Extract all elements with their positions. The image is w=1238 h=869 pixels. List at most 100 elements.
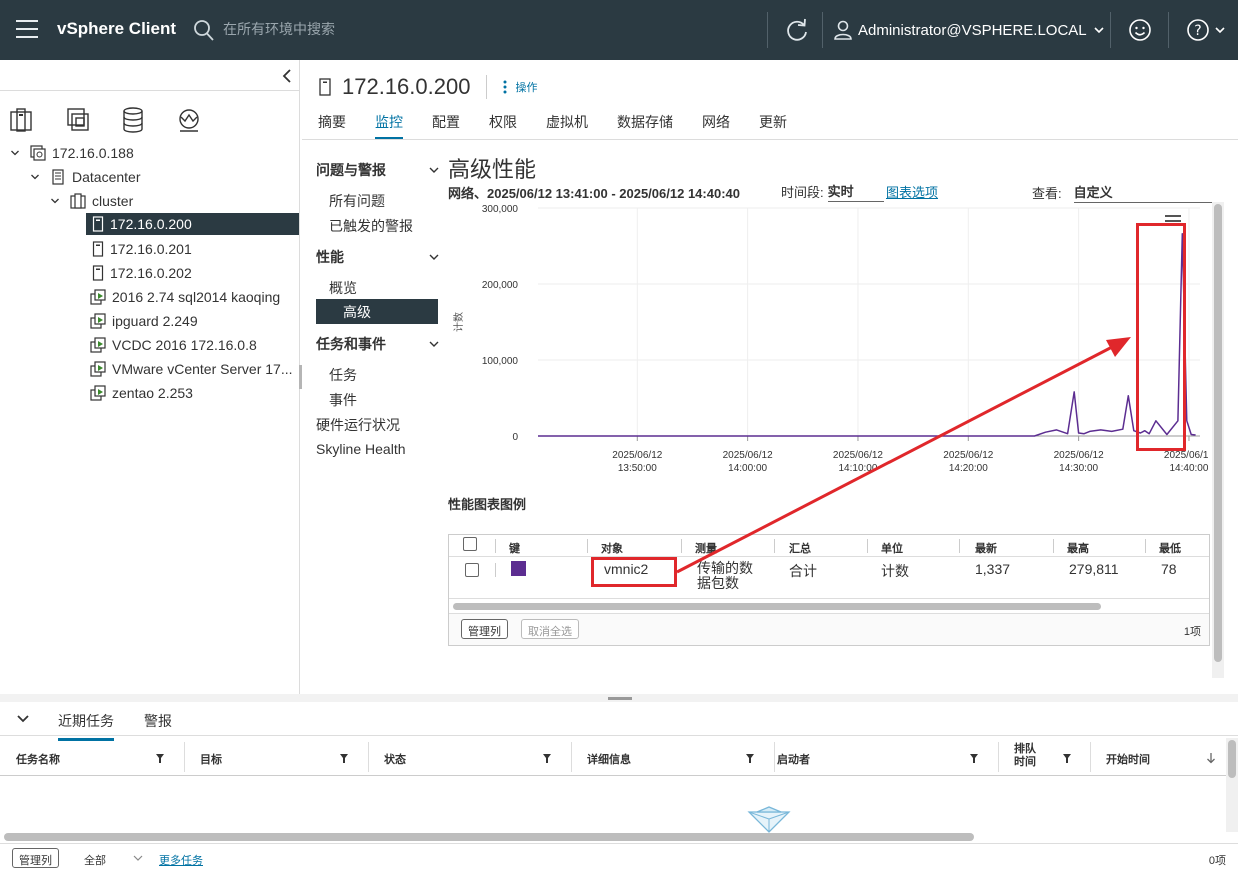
menu-triggered-alarms[interactable]: 已触发的警报 xyxy=(329,216,413,236)
filter-icon[interactable] xyxy=(746,754,754,763)
legend-row[interactable]: vmnic2 传输的数 据包数 合计 计数 1,337 279,811 78 xyxy=(449,557,1209,599)
menu-advanced[interactable]: 高级 xyxy=(316,299,438,324)
feedback-smiley-icon[interactable] xyxy=(1128,18,1152,42)
menu-skyline-health[interactable]: Skyline Health xyxy=(316,441,406,457)
menu-events[interactable]: 事件 xyxy=(329,390,357,410)
tab-recent-tasks[interactable]: 近期任务 xyxy=(58,711,114,741)
col-min[interactable]: 最低 xyxy=(1159,540,1181,556)
chevron-down-icon[interactable] xyxy=(50,196,60,206)
menu-overview[interactable]: 概览 xyxy=(329,278,357,298)
panel-vertical-scrollbar[interactable] xyxy=(1212,202,1224,678)
x-tick-date: 2025/06/12 xyxy=(1164,450,1208,461)
menu-tasks[interactable]: 任务 xyxy=(329,365,357,385)
col-key[interactable]: 键 xyxy=(509,540,520,556)
manage-columns-button[interactable]: 管理列 xyxy=(12,848,59,868)
storage-icon[interactable] xyxy=(120,106,146,134)
menu-all-issues[interactable]: 所有问题 xyxy=(329,191,385,211)
tree-item-host[interactable]: 172.16.0.202 xyxy=(92,262,192,284)
tree-item-cluster[interactable]: cluster xyxy=(50,190,133,212)
global-search-input[interactable] xyxy=(223,20,423,40)
col-initiator[interactable]: 启动者 xyxy=(777,751,810,767)
col-queued-time[interactable]: 排队时间 xyxy=(1014,743,1046,769)
col-measure[interactable]: 测量 xyxy=(695,540,717,556)
panel-title: 高级性能 xyxy=(448,157,537,182)
networking-icon[interactable] xyxy=(176,106,202,134)
col-status[interactable]: 状态 xyxy=(384,751,406,767)
group-tasks-events[interactable]: 任务和事件 xyxy=(316,334,440,354)
filter-icon[interactable] xyxy=(1063,754,1071,763)
sort-descending-icon[interactable] xyxy=(1206,752,1216,764)
series-line xyxy=(538,233,1196,437)
tab-configure[interactable]: 配置 xyxy=(432,112,460,140)
col-object[interactable]: 对象 xyxy=(601,540,623,556)
bottom-panel-resizer[interactable] xyxy=(0,694,1238,702)
refresh-icon[interactable] xyxy=(784,17,810,43)
filter-icon[interactable] xyxy=(340,754,348,763)
deselect-all-button[interactable]: 取消全选 xyxy=(521,619,579,639)
legend-horizontal-scrollbar[interactable] xyxy=(451,601,1207,611)
tab-networks[interactable]: 网络 xyxy=(702,112,730,140)
tree-item-host-selected[interactable]: 172.16.0.200 xyxy=(86,213,299,235)
tree-item-host[interactable]: 172.16.0.201 xyxy=(92,238,192,260)
x-tick-date: 2025/06/12 xyxy=(943,450,993,461)
menu-hardware-health[interactable]: 硬件运行状况 xyxy=(316,415,400,435)
tab-alarms[interactable]: 警报 xyxy=(144,711,172,737)
vms-templates-icon[interactable] xyxy=(65,106,91,134)
hosts-clusters-icon[interactable] xyxy=(8,106,34,134)
collapse-panel-icon[interactable] xyxy=(280,66,294,86)
tasks-vertical-scrollbar[interactable] xyxy=(1226,738,1238,832)
tab-monitor[interactable]: 监控 xyxy=(375,112,403,140)
vm-powered-on-icon xyxy=(90,385,106,401)
tree-item-vm[interactable]: VCDC 2016 172.16.0.8 xyxy=(90,334,257,356)
search-icon[interactable] xyxy=(193,18,215,42)
x-tick-time: 14:00:00 xyxy=(728,463,767,474)
chevron-down-icon[interactable] xyxy=(30,172,40,182)
chevron-down-icon xyxy=(429,341,439,347)
tree-item-vm[interactable]: ipguard 2.249 xyxy=(90,310,198,332)
actions-menu[interactable]: 操作 xyxy=(503,79,537,95)
col-start-time[interactable]: 开始时间 xyxy=(1106,751,1150,767)
filter-icon[interactable] xyxy=(970,754,978,763)
group-performance[interactable]: 性能 xyxy=(316,247,440,267)
chevron-down-icon[interactable] xyxy=(16,712,30,726)
user-menu[interactable]: Administrator@VSPHERE.LOCAL xyxy=(834,18,1105,42)
max-value: 279,811 xyxy=(1069,561,1119,577)
group-issues-alarms[interactable]: 问题与警报 xyxy=(316,160,440,180)
chevron-down-icon xyxy=(1094,27,1104,34)
select-all-checkbox[interactable] xyxy=(463,537,477,551)
tab-permissions[interactable]: 权限 xyxy=(489,112,517,140)
chart-menu-icon[interactable] xyxy=(1165,215,1181,222)
chevron-down-icon[interactable] xyxy=(133,854,143,862)
brand-title[interactable]: vSphere Client xyxy=(57,19,176,39)
tab-datastores[interactable]: 数据存储 xyxy=(617,112,673,140)
filter-icon[interactable] xyxy=(156,754,164,763)
task-filter-select[interactable]: 全部 xyxy=(84,852,106,868)
manage-columns-button[interactable]: 管理列 xyxy=(461,619,508,639)
menu-icon[interactable] xyxy=(16,20,38,40)
more-tasks-link[interactable]: 更多任务 xyxy=(159,852,203,868)
col-details[interactable]: 详细信息 xyxy=(587,751,631,767)
col-rollup[interactable]: 汇总 xyxy=(789,540,811,556)
col-unit[interactable]: 单位 xyxy=(881,540,903,556)
time-period-select[interactable]: 实时 xyxy=(827,181,884,202)
datacenter-icon xyxy=(52,169,64,185)
col-task-name[interactable]: 任务名称 xyxy=(16,751,60,767)
row-checkbox[interactable] xyxy=(465,563,479,577)
tree-item-vm[interactable]: 2016 2.74 sql2014 kaoqing xyxy=(90,286,280,308)
tree-item-vm[interactable]: zentao 2.253 xyxy=(90,382,193,404)
col-target[interactable]: 目标 xyxy=(200,751,222,767)
tab-updates[interactable]: 更新 xyxy=(759,112,787,140)
chart-options-link[interactable]: 图表选项 xyxy=(886,182,938,201)
tree-item-vm[interactable]: VMware vCenter Server 17... xyxy=(90,358,293,380)
tree-item-datacenter[interactable]: Datacenter xyxy=(30,166,140,188)
tree-item-vcenter[interactable]: 172.16.0.188 xyxy=(10,142,134,164)
host-icon xyxy=(92,216,104,232)
tab-vms[interactable]: 虚拟机 xyxy=(546,112,588,140)
filter-icon[interactable] xyxy=(543,754,551,763)
tasks-horizontal-scrollbar[interactable] xyxy=(2,832,1224,842)
col-latest[interactable]: 最新 xyxy=(975,540,997,556)
tab-summary[interactable]: 摘要 xyxy=(318,112,346,140)
col-max[interactable]: 最高 xyxy=(1067,540,1089,556)
help-icon[interactable]: ? xyxy=(1186,18,1226,42)
chevron-down-icon[interactable] xyxy=(10,148,20,158)
